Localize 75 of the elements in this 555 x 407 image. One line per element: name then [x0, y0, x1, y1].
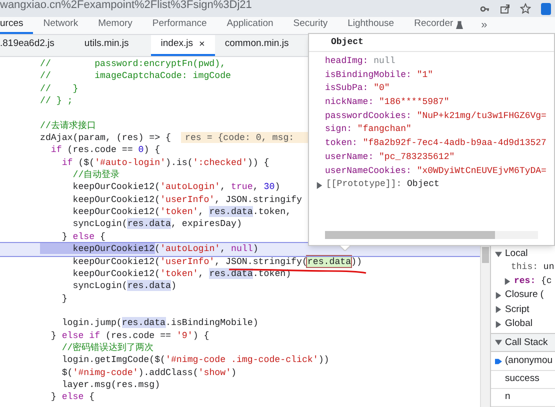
panel-tab[interactable]: Lighthouse — [338, 17, 404, 34]
collapsed-triangle-icon[interactable] — [504, 278, 511, 286]
code-line: layer.msg(res.msg) — [60, 378, 160, 392]
collapsed-triangle-icon[interactable] — [495, 292, 502, 299]
collapsed-triangle-icon[interactable] — [495, 306, 502, 314]
code-line: //去请求接口 — [40, 120, 96, 132]
object-property: userNameCookies: "x0WDyiWtCnEUVEjvM6TyDA= — [325, 164, 546, 178]
url-text[interactable]: wangxiao.cn%2Fexampoint%2Flist%3Fsign%3Dj21 — [0, 0, 252, 11]
panel-tab[interactable]: Security — [283, 17, 338, 34]
star-icon[interactable] — [520, 3, 531, 14]
code-line: } else { — [60, 230, 106, 244]
object-property: passwordCookies: "NuP+k21mg/tu3w1FHGZ6Vg= — [325, 110, 546, 123]
call-stack-title[interactable]: Call Stack — [505, 336, 548, 350]
object-property: sign: "fangchan" — [325, 123, 412, 136]
code-line: login.getImgCode($('#nimg-code .img-code-click')) — [60, 354, 330, 367]
object-property: nickName: "186****5987" — [325, 96, 450, 110]
code-line: //密码错误达到了两次 — [60, 342, 154, 354]
code-line: // imageCaptchaCode: imgCode — [40, 70, 231, 83]
code-line: keepOurCookie12('token', res.data.token) — [72, 268, 292, 280]
collapsed-triangle-icon[interactable] — [316, 182, 323, 189]
call-frame[interactable]: (anonymou — [505, 354, 553, 368]
object-property: token: "f8a2b92f-7ec4-4adb-b9aa-4d9d13527 — [325, 137, 546, 150]
scope-variable[interactable]: this: un — [511, 261, 554, 275]
call-frame[interactable]: n — [505, 390, 510, 405]
scope-section[interactable]: Local — [505, 247, 528, 262]
code-line: login.jump(res.data.isBindingMobile) — [60, 317, 258, 330]
scope-section[interactable]: Closure ( — [505, 288, 544, 303]
object-property: isBindingMobile: "1" — [325, 68, 434, 82]
code-line: syncLogin(res.data) — [72, 280, 176, 293]
horizontal-scrollbar[interactable] — [325, 231, 538, 239]
code-line: keepOurCookie12('autoLogin', true, 30) — [72, 181, 280, 194]
code-line: } else { — [50, 391, 95, 404]
code-line: } — [60, 292, 68, 305]
extension-icon[interactable] — [541, 2, 551, 14]
scope-variable[interactable]: res: {c — [514, 274, 552, 288]
call-frame[interactable]: success — [505, 372, 540, 386]
expanded-triangle-icon[interactable] — [495, 250, 502, 258]
file-tab[interactable]: utils.min.js — [74, 35, 151, 56]
panel-tab[interactable]: Memory — [88, 17, 142, 34]
file-tab[interactable]: index.js × — [150, 35, 215, 56]
key-icon[interactable] — [480, 4, 490, 14]
more-tabs-button[interactable]: » — [473, 17, 496, 34]
panel-tab[interactable]: Application — [216, 17, 284, 34]
object-property: isSubPa: "0" — [325, 82, 390, 96]
scope-section[interactable]: Global — [505, 316, 532, 332]
object-property: headImg: null — [325, 55, 396, 68]
object-property: userName: "pc_783235612" — [325, 150, 455, 164]
object-property[interactable]: [[Prototype]]: Object — [326, 178, 440, 192]
panel-tab[interactable]: Performance — [142, 17, 217, 34]
code-line: keepOurCookie12('userInfo', JSON.stringify(res.data)) — [72, 256, 362, 268]
code-line: // } ; — [40, 95, 73, 108]
file-tab[interactable]: common.min.js — [214, 35, 299, 56]
code-line: // } — [40, 82, 78, 96]
collapsed-triangle-icon[interactable] — [495, 320, 502, 328]
code-line: } else if (res.code == '9') { — [50, 330, 210, 342]
scope-section[interactable]: Script — [505, 302, 530, 317]
code-line: if ($('#auto-login').is(':checked')) { — [60, 156, 270, 170]
file-tab[interactable]: .819ea6d2.js — [0, 35, 74, 56]
popover-title: Object — [309, 34, 554, 52]
code-line: keepOurCookie12('autoLogin', null) — [40, 243, 258, 256]
share-icon[interactable] — [500, 4, 510, 14]
call-stack-header[interactable]: Call Stack — [491, 333, 555, 352]
code-line: syncLogin(res.data, expiresDay) — [72, 218, 242, 231]
current-frame-arrow-icon — [495, 358, 502, 365]
close-tab-button[interactable]: × — [198, 37, 205, 52]
code-line: keepOurCookie12('token', res.data.token, — [72, 206, 292, 218]
code-line: if (res.code == 0) { — [50, 144, 160, 157]
panel-tab[interactable]: Recorder — [404, 17, 474, 34]
panel-tab[interactable]: Network — [33, 17, 88, 34]
expanded-triangle-icon[interactable] — [495, 339, 502, 346]
code-line: $('#nimg-code').addClass('show') — [60, 366, 236, 379]
code-line: //自动登录 — [72, 169, 120, 182]
code-line: // password:encryptFn(pwd), — [40, 58, 226, 70]
flask-icon — [456, 20, 464, 28]
code-line: keepOurCookie12('userInfo', JSON.stringify — [72, 194, 302, 206]
